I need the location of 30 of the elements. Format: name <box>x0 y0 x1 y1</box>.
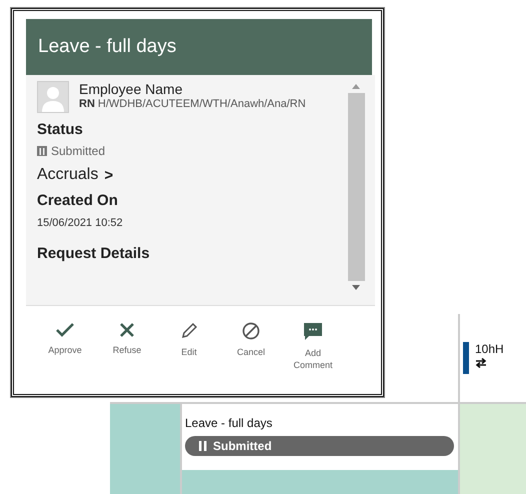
comment-button[interactable]: Add Comment <box>282 322 344 371</box>
pause-icon <box>37 146 47 156</box>
accruals-link[interactable]: Accruals <box>37 166 98 184</box>
section-heading: Request Details <box>37 245 151 262</box>
employee-path: H/WDHB/ACUTEEM/WTH/Anawh/Ana/RN <box>98 98 306 110</box>
pencil-icon <box>180 322 198 340</box>
avatar-icon <box>37 81 69 113</box>
created-date: 15/06/2021 10:52 <box>37 217 124 229</box>
section-heading: Created On <box>37 192 119 209</box>
chevron-icon[interactable]: > <box>104 166 114 184</box>
status-badge: Submitted <box>185 436 454 456</box>
employee-name: Employee Name <box>79 81 184 97</box>
employee-role: RN <box>79 98 95 110</box>
section-heading: Status <box>37 121 84 138</box>
dialog-title: Leave - full days <box>38 36 176 58</box>
close-icon <box>119 322 135 338</box>
pause-icon <box>199 441 207 451</box>
entry-title: Leave - full days <box>185 416 274 430</box>
check-icon <box>55 322 75 338</box>
edit-button[interactable]: Edit <box>158 322 220 371</box>
cancel-button[interactable]: Cancel <box>220 322 282 371</box>
prohibited-icon <box>242 322 260 340</box>
swap-icon <box>475 358 487 368</box>
approve-button[interactable]: Approve <box>34 322 96 371</box>
shift-label: 10hH <box>475 342 504 356</box>
refuse-button[interactable]: Refuse <box>96 322 158 371</box>
comment-icon <box>303 322 323 341</box>
status-value: Submitted <box>51 144 106 158</box>
leave-entry[interactable]: Leave - full days Submitted <box>182 404 458 470</box>
shift-marker <box>463 342 469 374</box>
